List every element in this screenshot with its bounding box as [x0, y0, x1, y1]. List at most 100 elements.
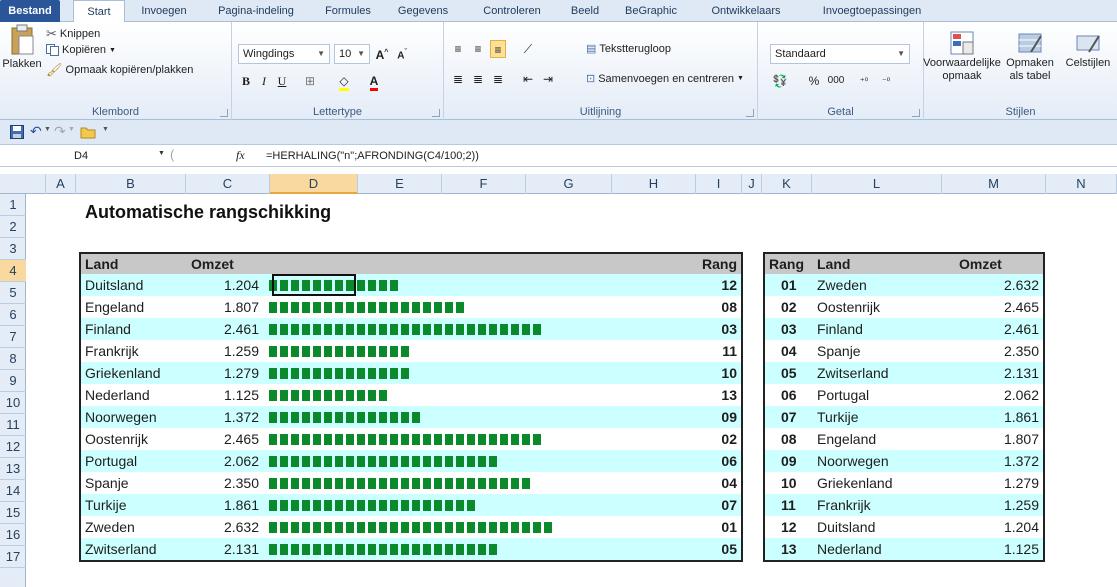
- wrap-text-button[interactable]: ▤ Tekstterugloop: [586, 42, 671, 56]
- cell-land[interactable]: Turkije: [85, 494, 127, 516]
- grow-font-icon[interactable]: A^: [374, 44, 390, 62]
- font-name-combo[interactable]: Wingdings ▼: [238, 44, 330, 64]
- align-middle-icon[interactable]: ≡: [470, 40, 486, 58]
- cell-land[interactable]: Engeland: [817, 428, 876, 450]
- column-header-l[interactable]: L: [812, 174, 942, 194]
- column-header-e[interactable]: E: [358, 174, 442, 194]
- cancel-formula-icon[interactable]: (: [170, 147, 174, 162]
- open-folder-icon[interactable]: [80, 125, 96, 139]
- cell-omzet[interactable]: 2.350: [191, 472, 259, 494]
- row-header[interactable]: 1: [0, 194, 26, 216]
- tab-controleren[interactable]: Controleren: [470, 0, 554, 22]
- cell-omzet[interactable]: 2.632: [191, 516, 259, 538]
- cell-rang[interactable]: 09: [691, 406, 737, 428]
- selected-cell-d4[interactable]: [272, 274, 356, 296]
- align-bottom-icon[interactable]: ≡: [490, 40, 506, 58]
- column-header-b[interactable]: B: [76, 174, 186, 194]
- cell-rang[interactable]: 13: [781, 538, 797, 560]
- cell-rang[interactable]: 05: [691, 538, 737, 560]
- align-center-icon[interactable]: ≣: [470, 70, 486, 88]
- column-header-g[interactable]: G: [526, 174, 612, 194]
- tab-beeld[interactable]: Beeld: [563, 0, 607, 22]
- number-format-combo[interactable]: Standaard ▼: [770, 44, 910, 64]
- row-header[interactable]: 7: [0, 326, 26, 348]
- tab-begraphic[interactable]: BeGraphic: [615, 0, 687, 22]
- column-header-d[interactable]: D: [270, 174, 358, 194]
- cell-rang[interactable]: 03: [691, 318, 737, 340]
- cell-rang[interactable]: 02: [781, 296, 797, 318]
- cell-land[interactable]: Spanje: [817, 340, 861, 362]
- border-icon[interactable]: ⊞: [302, 72, 318, 90]
- cell-omzet[interactable]: 2.461: [191, 318, 259, 340]
- cell-rang[interactable]: 06: [781, 384, 797, 406]
- bold-icon[interactable]: B: [238, 72, 254, 90]
- cell-rang[interactable]: 04: [691, 472, 737, 494]
- column-header-j[interactable]: J: [742, 174, 762, 194]
- cell-omzet[interactable]: 1.125: [955, 538, 1039, 560]
- cell-land[interactable]: Spanje: [85, 472, 129, 494]
- cell-land[interactable]: Oostenrijk: [85, 428, 148, 450]
- cell-land[interactable]: Engeland: [85, 296, 144, 318]
- save-icon[interactable]: [10, 125, 24, 139]
- tab-start[interactable]: Start: [73, 0, 125, 23]
- cut-button[interactable]: ✂ Knippen: [46, 26, 100, 42]
- cell-land[interactable]: Nederland: [817, 538, 882, 560]
- row-header[interactable]: 11: [0, 414, 26, 436]
- sheet-title[interactable]: Automatische rangschikking: [85, 202, 331, 223]
- align-left-icon[interactable]: ≣: [450, 70, 466, 88]
- column-header-i[interactable]: I: [696, 174, 742, 194]
- cell-rang[interactable]: 12: [691, 274, 737, 296]
- cell-omzet[interactable]: 2.062: [955, 384, 1039, 406]
- row-header[interactable]: 13: [0, 458, 26, 480]
- header-land[interactable]: Land: [85, 254, 118, 274]
- cell-omzet[interactable]: 2.131: [955, 362, 1039, 384]
- paste-button[interactable]: Plakken: [2, 24, 42, 70]
- shrink-font-icon[interactable]: Aˇ: [394, 44, 410, 62]
- row-header[interactable]: 12: [0, 436, 26, 458]
- cell-land[interactable]: Nederland: [85, 384, 150, 406]
- row-header[interactable]: 9: [0, 370, 26, 392]
- cell-omzet[interactable]: 1.861: [191, 494, 259, 516]
- cell-rang[interactable]: 06: [691, 450, 737, 472]
- cell-land[interactable]: Griekenland: [85, 362, 161, 384]
- tab-invoegen[interactable]: Invoegen: [132, 0, 196, 22]
- cell-rang[interactable]: 02: [691, 428, 737, 450]
- align-right-icon[interactable]: ≣: [490, 70, 506, 88]
- copy-button[interactable]: Kopiëren ▼: [46, 44, 116, 56]
- cell-rang[interactable]: 05: [781, 362, 797, 384]
- cell-land[interactable]: Zwitserland: [85, 538, 157, 560]
- row-header[interactable]: 16: [0, 524, 26, 546]
- decrease-decimal-icon[interactable]: ⁻⁰: [878, 72, 894, 90]
- cell-rang[interactable]: 03: [781, 318, 797, 340]
- row-header[interactable]: 15: [0, 502, 26, 524]
- cell-omzet[interactable]: 2.131: [191, 538, 259, 560]
- font-color-icon[interactable]: A: [366, 72, 382, 91]
- cell-omzet[interactable]: 1.807: [191, 296, 259, 318]
- cell-land[interactable]: Duitsland: [85, 274, 143, 296]
- cell-land[interactable]: Zweden: [85, 516, 135, 538]
- select-all-corner[interactable]: [0, 174, 46, 194]
- column-header-k[interactable]: K: [762, 174, 812, 194]
- cell-omzet[interactable]: 1.372: [191, 406, 259, 428]
- column-header-f[interactable]: F: [442, 174, 526, 194]
- row-header[interactable]: 4: [0, 260, 26, 282]
- cell-land[interactable]: Turkije: [817, 406, 859, 428]
- percent-button[interactable]: %: [806, 72, 822, 90]
- number-launcher-icon[interactable]: [912, 109, 920, 117]
- font-launcher-icon[interactable]: [432, 109, 440, 117]
- row-header[interactable]: 5: [0, 282, 26, 304]
- cell-omzet[interactable]: 1.259: [191, 340, 259, 362]
- italic-icon[interactable]: I: [256, 72, 272, 90]
- row-header[interactable]: 8: [0, 348, 26, 370]
- cell-omzet[interactable]: 1.125: [191, 384, 259, 406]
- cell-rang[interactable]: 04: [781, 340, 797, 362]
- cell-land[interactable]: Duitsland: [817, 516, 875, 538]
- row-header[interactable]: 3: [0, 238, 26, 260]
- cell-omzet[interactable]: 2.632: [955, 274, 1039, 296]
- cell-rang[interactable]: 01: [691, 516, 737, 538]
- row-header[interactable]: 17: [0, 546, 26, 568]
- cell-land[interactable]: Zwitserland: [817, 362, 889, 384]
- cell-rang[interactable]: 08: [691, 296, 737, 318]
- cell-omzet[interactable]: 1.204: [191, 274, 259, 296]
- underline-icon[interactable]: U: [274, 72, 290, 90]
